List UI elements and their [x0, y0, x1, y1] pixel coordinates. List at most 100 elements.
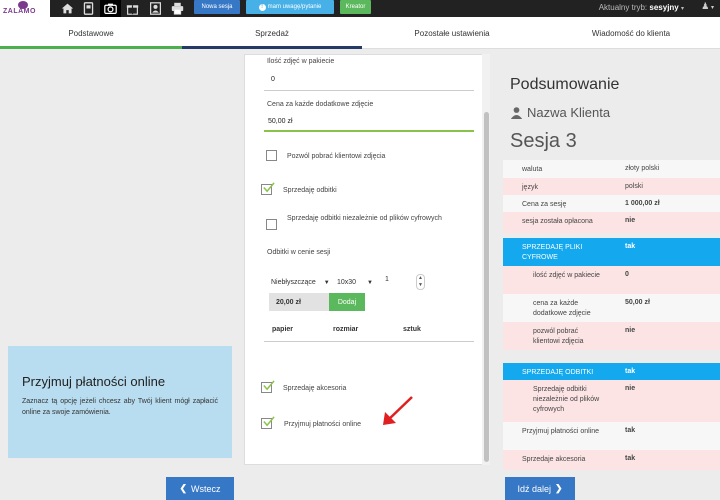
mode-value: sesyjny: [649, 3, 679, 12]
summary-key: Przyjmuj płatności online: [522, 428, 600, 435]
summary-value: 50,00 zł: [625, 299, 650, 306]
table-divider: [264, 341, 474, 342]
sell-accessories-checkbox[interactable]: [261, 380, 275, 393]
price-value: 20,00 zł: [269, 293, 329, 311]
chevron-right-icon: ❯: [554, 483, 563, 493]
summary-row: Cena za sesję 1 000,00 zł: [503, 195, 720, 212]
add-button[interactable]: Dodaj: [329, 293, 365, 311]
mode-label: Aktualny tryb:: [598, 3, 648, 12]
summary-key: Sprzedaję odbitki niezależnie od plików …: [533, 386, 600, 413]
tab-progress-done: [0, 46, 182, 49]
summary-value: nie: [625, 327, 636, 334]
tab-active-indicator: [182, 46, 362, 49]
camera-icon[interactable]: [100, 0, 121, 17]
summary-row: waluta złoty polski: [503, 160, 720, 178]
size-select[interactable]: 10x30 ▼: [337, 279, 373, 286]
caret-down-icon: ▼: [367, 280, 373, 286]
client-name-text: Nazwa Klienta: [527, 105, 611, 120]
accept-online-payments-checkbox[interactable]: [261, 416, 275, 429]
paper-select-value: Niebłyszczące: [271, 279, 316, 286]
user-icon: [510, 107, 523, 119]
chevron-left-icon: ❮: [179, 483, 188, 493]
feedback-button[interactable]: ! mam uwagę/pytanie: [246, 0, 334, 14]
summary-row: ilość zdjęć w pakiecie 0: [503, 266, 720, 294]
extra-photo-price-input[interactable]: 50,00 zł: [268, 118, 293, 125]
summary-key: ilość zdjęć w pakiecie: [533, 272, 600, 279]
help-box: Przyjmuj płatności online Zaznacz tą opc…: [8, 346, 232, 458]
summary-value: tak: [625, 243, 636, 250]
sell-prints-label: Sprzedaję odbitki: [283, 187, 337, 194]
size-select-value: 10x30: [337, 279, 357, 286]
header-size: rozmiar: [333, 326, 359, 333]
tab-other-settings[interactable]: Pozostałe ustawienia: [362, 17, 542, 49]
home-icon[interactable]: [57, 0, 78, 17]
summary-title: Podsumowanie: [510, 76, 620, 93]
summary-key: SPRZEDAJĘ PLIKI CYFROWE: [522, 244, 583, 261]
quantity-stepper[interactable]: ▲ ▼: [416, 274, 425, 290]
sell-accessories-label: Sprzedaję akcesoria: [283, 385, 347, 392]
user-menu[interactable]: ♟ ▾: [701, 1, 714, 12]
help-text: Zaznacz tą opcję jeżeli chcesz aby Twój …: [22, 398, 218, 416]
top-navbar: ZALAMO Nowa sesja ! mam uwagę/pytanie Kr…: [0, 0, 720, 17]
red-arrow-icon: [383, 396, 413, 425]
summary-value: 1 000,00 zł: [625, 200, 660, 207]
print-icon[interactable]: [167, 0, 188, 17]
gift-icon[interactable]: [122, 0, 143, 17]
chevron-down-icon: ▾: [680, 6, 684, 12]
logo[interactable]: ZALAMO: [0, 0, 50, 17]
scrollbar-thumb[interactable]: [484, 112, 489, 462]
tab-client-message[interactable]: Wiadomość do klienta: [542, 17, 720, 49]
creator-button[interactable]: Kreator: [340, 0, 371, 14]
new-session-button[interactable]: Nowa sesja: [194, 0, 240, 14]
summary-key: sesja została opłacona: [522, 218, 593, 225]
summary-section-digital: SPRZEDAJĘ PLIKI CYFROWE tak: [503, 238, 720, 266]
caret-down-icon: ▼: [323, 280, 330, 286]
summary-key: Sprzedaje akcesoria: [522, 456, 586, 463]
summary-row: język polski: [503, 178, 720, 195]
address-book-icon[interactable]: [78, 0, 99, 17]
logo-text: ZALAMO: [3, 8, 36, 15]
info-icon: !: [258, 3, 266, 11]
checkmark-icon: [263, 416, 275, 427]
back-button[interactable]: ❮ Wstecz: [166, 477, 234, 500]
help-title: Przyjmuj płatności online: [22, 374, 166, 389]
sell-prints-independent-checkbox[interactable]: [266, 219, 277, 230]
tab-basic[interactable]: Podstawowe: [0, 17, 182, 49]
chevron-down-icon: ▾: [709, 5, 714, 11]
sales-form-panel: [244, 54, 490, 465]
summary-key: Cena za sesję: [522, 201, 567, 208]
checkmark-icon: [263, 380, 275, 391]
allow-download-checkbox[interactable]: [266, 150, 277, 161]
summary-key: pozwól pobrać klientowi zdjęcia: [533, 328, 584, 345]
feedback-label: mam uwagę/pytanie: [267, 4, 322, 10]
prints-in-price-label: Odbitki w cenie sesji: [267, 249, 331, 256]
photos-in-package-label: Ilość zdjęć w pakiecie: [267, 58, 335, 65]
summary-value: polski: [625, 183, 643, 190]
summary-key: język: [522, 184, 538, 191]
summary-row: sesja została opłacona nie: [503, 212, 720, 233]
next-button[interactable]: Idź dalej ❯: [505, 477, 575, 500]
quantity-input[interactable]: 1: [385, 276, 389, 283]
summary-row: cena za każde dodatkowe zdjęcie 50,00 zł: [503, 294, 720, 322]
photos-in-package-input[interactable]: 0: [271, 76, 275, 83]
input-underline-focused: [264, 130, 474, 132]
allow-download-label: Pozwól pobrać klientowi zdjęcia: [287, 153, 386, 160]
summary-key: SPRZEDAJĘ ODBITKI: [522, 369, 594, 376]
session-name: Sesja 3: [510, 130, 577, 152]
summary-value: tak: [625, 455, 636, 462]
paper-select[interactable]: Niebłyszczące ▼: [271, 279, 330, 286]
back-label: Wstecz: [191, 483, 221, 494]
summary-value: nie: [625, 385, 636, 392]
summary-key: cena za każde dodatkowe zdjęcie: [533, 300, 591, 317]
summary-value: nie: [625, 217, 636, 224]
summary-row: pozwól pobrać klientowi zdjęcia nie: [503, 322, 720, 350]
client-name: Nazwa Klienta: [510, 105, 610, 120]
header-quantity: sztuk: [403, 326, 421, 333]
tab-sales[interactable]: Sprzedaż: [182, 17, 362, 49]
sell-prints-checkbox[interactable]: [261, 182, 275, 195]
wizard-tabs: Podstawowe Sprzedaż Pozostałe ustawienia…: [0, 17, 720, 49]
portrait-icon[interactable]: [145, 0, 166, 17]
mode-indicator[interactable]: Aktualny tryb: sesyjny ▾: [599, 3, 684, 12]
summary-section-prints: SPRZEDAJĘ ODBITKI tak: [503, 363, 720, 380]
summary-value: 0: [625, 271, 629, 278]
